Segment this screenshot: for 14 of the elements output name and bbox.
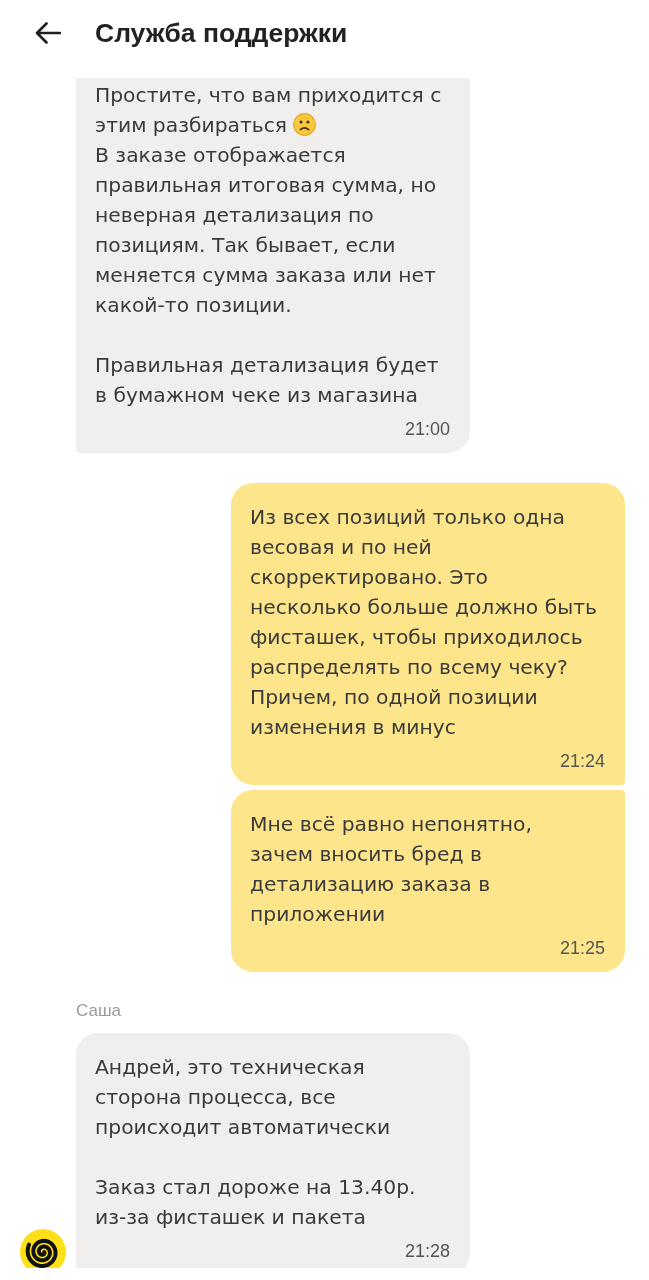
message-text: Заказ стал дороже на 13.40р. из-за фисташек и пакета: [95, 1175, 416, 1229]
message-text: Андрей, это техническая сторона процесса, все происходит автоматически: [95, 1055, 391, 1139]
arrow-left-icon: [35, 22, 61, 44]
sender-name: Саша: [76, 1000, 121, 1022]
message-time: 21:28: [403, 1240, 451, 1263]
message-time: 21:25: [558, 937, 606, 960]
message-text: Простите, что вам приходится с этим разбираться: [95, 83, 442, 137]
message-text: В заказе отображается правильная итоговая сумма, но неверная детализация по позициям. Так бывает, если меняется сумма заказа или нет какой-то позиции.: [95, 143, 437, 317]
message-time: 21:24: [558, 750, 606, 773]
message-text: Правильная детализация будет в бумажном чеке из магазина: [95, 353, 439, 407]
chat-title: Служба поддержки: [95, 17, 348, 50]
message-text: Мне всё равно непонятно, зачем вносить бред в детализацию заказа в приложении: [250, 812, 532, 926]
message-text: Из всех позиций только одна весовая и по ней скорректировано. Это несколько больше должно быть фисташек, чтобы приходилось распределять по всему чеку? Причем, по одной позиции изменения в минус: [250, 505, 597, 739]
message-time: 21:00: [403, 418, 451, 441]
